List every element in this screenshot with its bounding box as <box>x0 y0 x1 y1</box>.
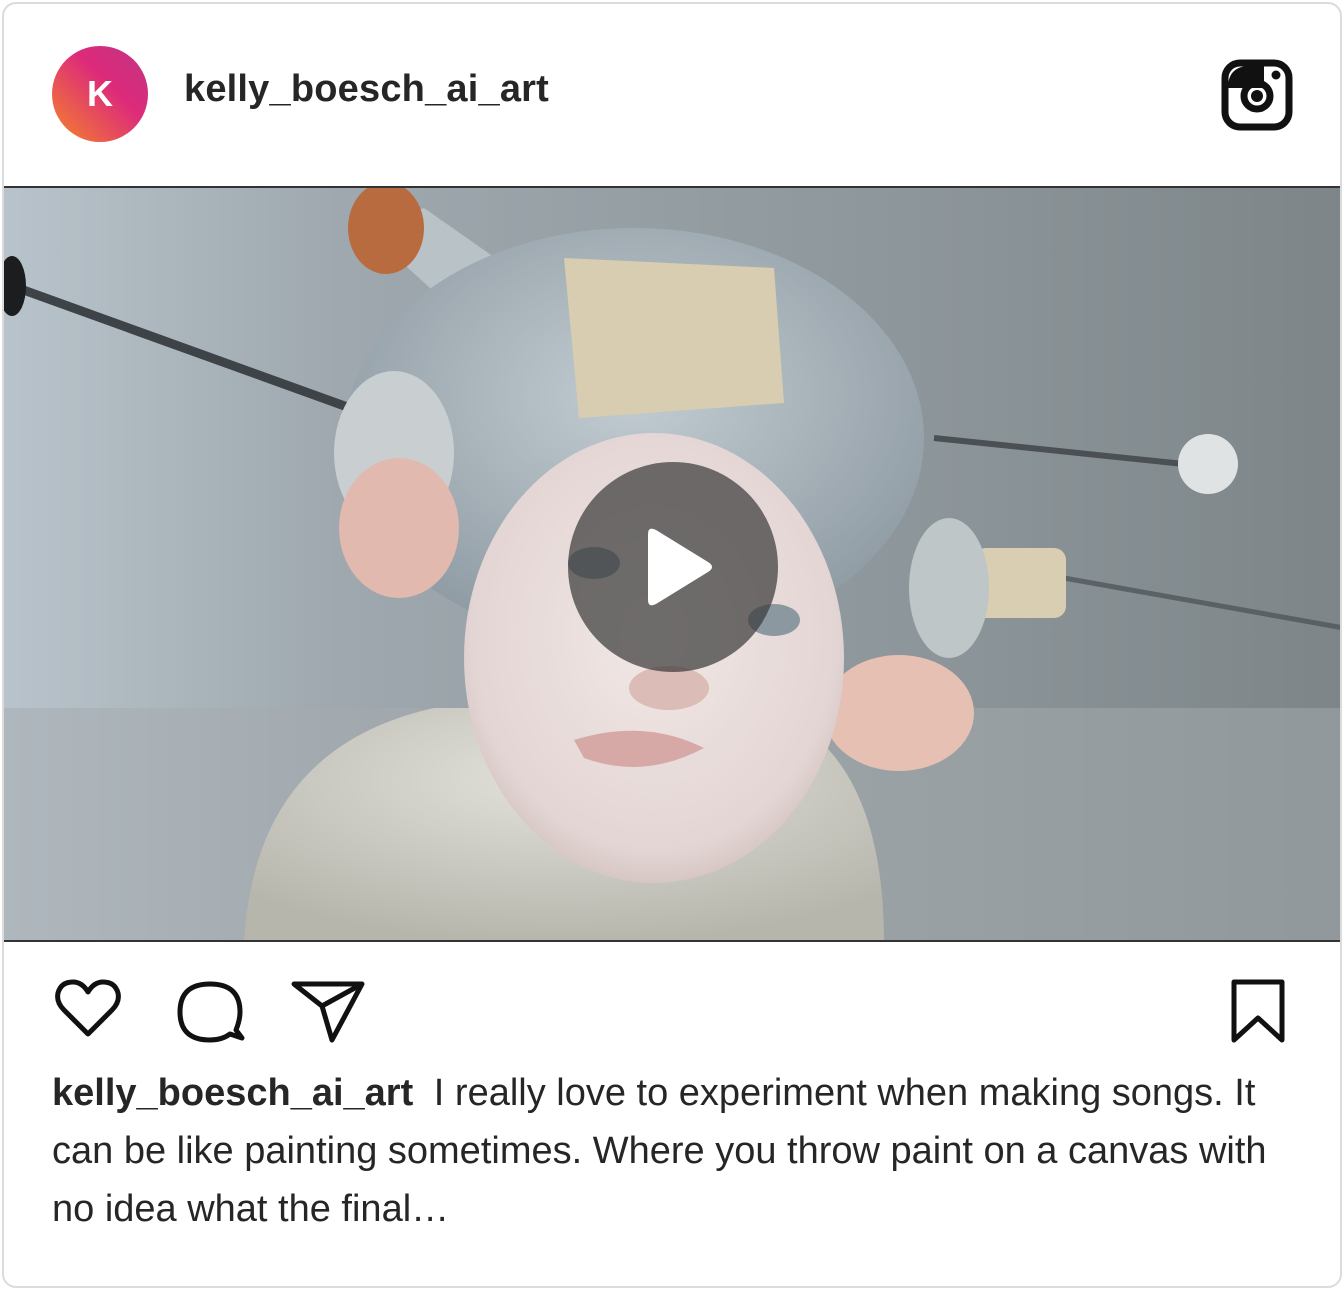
avatar-initial: K <box>87 73 113 114</box>
play-icon <box>648 528 712 606</box>
instagram-post-card: K kelly_boesch_ai_art kelly_boesch_ai_ar… <box>2 2 1342 1288</box>
post-username[interactable]: kelly_boesch_ai_art <box>184 68 549 111</box>
like-button[interactable] <box>54 978 122 1040</box>
avatar[interactable]: K <box>52 46 148 142</box>
post-header: K kelly_boesch_ai_art <box>4 4 1340 186</box>
comment-icon <box>177 981 245 1043</box>
comment-button[interactable] <box>174 978 246 1044</box>
instagram-icon[interactable] <box>1220 58 1294 132</box>
action-bar <box>4 944 1340 1064</box>
share-button[interactable] <box>290 978 366 1044</box>
send-icon <box>291 981 365 1043</box>
heart-icon <box>55 979 121 1037</box>
save-button[interactable] <box>1228 978 1288 1044</box>
post-caption: kelly_boesch_ai_art I really love to exp… <box>52 1064 1282 1238</box>
play-button[interactable] <box>568 462 778 672</box>
post-video[interactable] <box>4 186 1340 942</box>
bookmark-icon <box>1231 979 1285 1043</box>
caption-username[interactable]: kelly_boesch_ai_art <box>52 1072 413 1114</box>
